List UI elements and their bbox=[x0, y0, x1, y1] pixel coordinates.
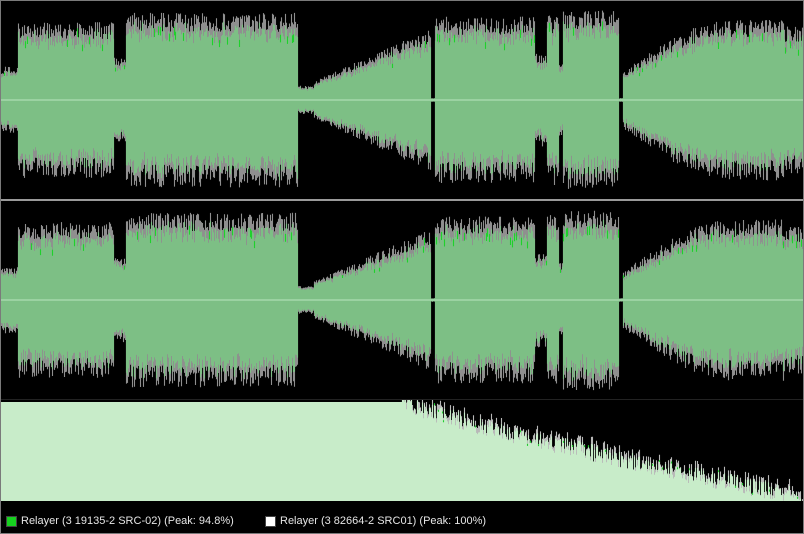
spectrum-plot bbox=[1, 400, 803, 501]
frequency-spectrum-panel[interactable] bbox=[1, 400, 803, 501]
legend-item-src01: Relayer (3 82664-2 SRC01) (Peak: 100%) bbox=[265, 515, 486, 527]
waveform-right-plot bbox=[1, 210, 803, 391]
legend-label-src01: Relayer (3 82664-2 SRC01) (Peak: 100%) bbox=[280, 515, 487, 527]
waveform-comparison-window: Relayer (3 19135-2 SRC-02) (Peak: 94.8%)… bbox=[0, 0, 804, 534]
green-swatch-icon bbox=[6, 515, 17, 527]
waveform-left-plot bbox=[1, 10, 803, 189]
legend-label-src02: Relayer (3 19135-2 SRC-02) (Peak: 94.8%) bbox=[21, 515, 234, 527]
waveform-channel-left[interactable] bbox=[1, 1, 803, 199]
legend-bar: Relayer (3 19135-2 SRC-02) (Peak: 94.8%)… bbox=[1, 502, 803, 533]
white-swatch-icon bbox=[265, 515, 276, 527]
spectrum-primary-trace bbox=[1, 400, 802, 501]
waveform-channel-right[interactable] bbox=[1, 201, 803, 399]
legend-item-src02: Relayer (3 19135-2 SRC-02) (Peak: 94.8%) bbox=[6, 515, 234, 527]
